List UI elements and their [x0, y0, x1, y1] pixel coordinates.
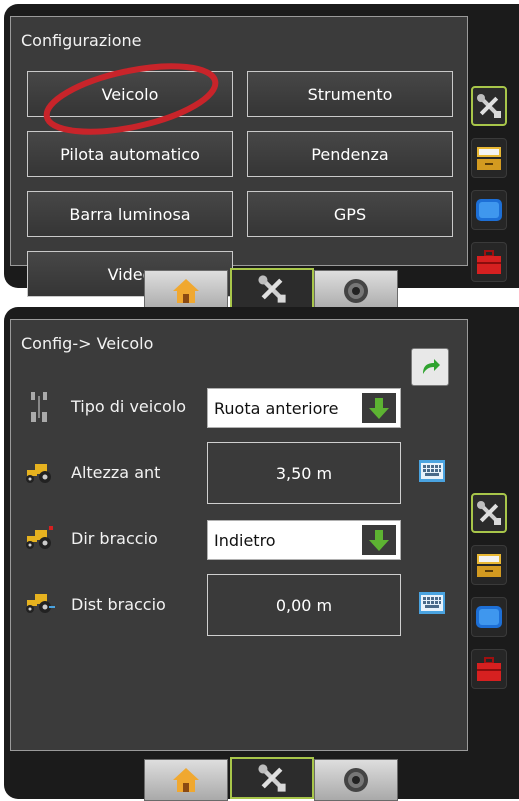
toolbox-icon — [477, 657, 501, 681]
config-panel: Configurazione Veicolo Strumento Pilota … — [10, 16, 468, 297]
tools-icon — [477, 94, 501, 118]
boom-direction-value: Indietro — [214, 530, 276, 550]
drawer-side-button[interactable] — [471, 138, 507, 178]
arrow-down-icon — [369, 530, 389, 551]
vehicle-type-label: Tipo di veicolo — [71, 397, 187, 416]
implement-button[interactable]: Strumento — [247, 71, 453, 117]
home-icon — [173, 768, 199, 792]
boom-direction-icon — [26, 526, 53, 549]
page-title: Configurazione — [21, 31, 142, 50]
display-side-button[interactable] — [471, 597, 507, 637]
boom-direction-label: Dir braccio — [71, 529, 158, 548]
tilt-button[interactable]: Pendenza — [247, 131, 453, 177]
drawer-icon — [477, 147, 501, 170]
boom-distance-icon — [26, 594, 55, 613]
arrow-down-icon — [369, 398, 389, 419]
tools-icon — [258, 275, 286, 303]
keyboard-icon[interactable] — [419, 460, 445, 482]
display-icon — [476, 199, 502, 221]
boom-distance-input[interactable]: 0,00 m — [207, 574, 401, 636]
boom-distance-label: Dist braccio — [71, 595, 166, 614]
home-button[interactable] — [144, 759, 228, 801]
keyboard-icon[interactable] — [419, 592, 445, 614]
tractor-icon — [26, 464, 51, 483]
camera-icon — [344, 279, 368, 303]
back-button[interactable] — [411, 348, 449, 386]
camera-icon — [344, 768, 368, 792]
home-icon — [173, 279, 199, 303]
front-height-input[interactable]: 3,50 m — [207, 442, 401, 504]
dropdown-arrow[interactable] — [362, 393, 396, 423]
page-title: Config-> Veicolo — [21, 334, 154, 353]
back-arrow-icon — [423, 359, 440, 374]
tools-side-button[interactable] — [471, 493, 507, 533]
dropdown-arrow[interactable] — [362, 525, 396, 555]
camera-button[interactable] — [314, 759, 398, 801]
boom-direction-dropdown[interactable]: Indietro — [207, 520, 401, 560]
drawer-side-button[interactable] — [471, 545, 507, 585]
toolbox-side-button[interactable] — [471, 649, 507, 689]
vehicle-type-value: Ruota anteriore — [214, 398, 339, 418]
vehicle-type-dropdown[interactable]: Ruota anteriore — [207, 388, 401, 428]
tools-nav-button[interactable] — [230, 268, 314, 310]
vehicle-type-icon — [31, 392, 47, 422]
vehicle-config-panel: Config-> Veicolo Tipo di veicolo Ruota a… — [10, 319, 468, 751]
home-button[interactable] — [144, 270, 228, 312]
gps-button[interactable]: GPS — [247, 191, 453, 237]
camera-button[interactable] — [314, 270, 398, 312]
front-height-label: Altezza ant — [71, 463, 161, 482]
drawer-icon — [477, 554, 501, 577]
configuration-screen: Configurazione Veicolo Strumento Pilota … — [4, 4, 519, 312]
tools-nav-button[interactable] — [230, 757, 314, 799]
tools-icon — [258, 764, 286, 792]
display-side-button[interactable] — [471, 190, 507, 230]
display-icon — [476, 606, 502, 628]
tools-icon — [477, 501, 501, 525]
highlight-ellipse — [43, 63, 219, 135]
toolbox-side-button[interactable] — [471, 242, 507, 282]
vehicle-config-screen: Config-> Veicolo Tipo di veicolo Ruota a… — [4, 307, 519, 801]
lightbar-button[interactable]: Barra luminosa — [27, 191, 233, 237]
toolbox-icon — [477, 250, 501, 274]
tools-side-button[interactable] — [471, 86, 507, 126]
